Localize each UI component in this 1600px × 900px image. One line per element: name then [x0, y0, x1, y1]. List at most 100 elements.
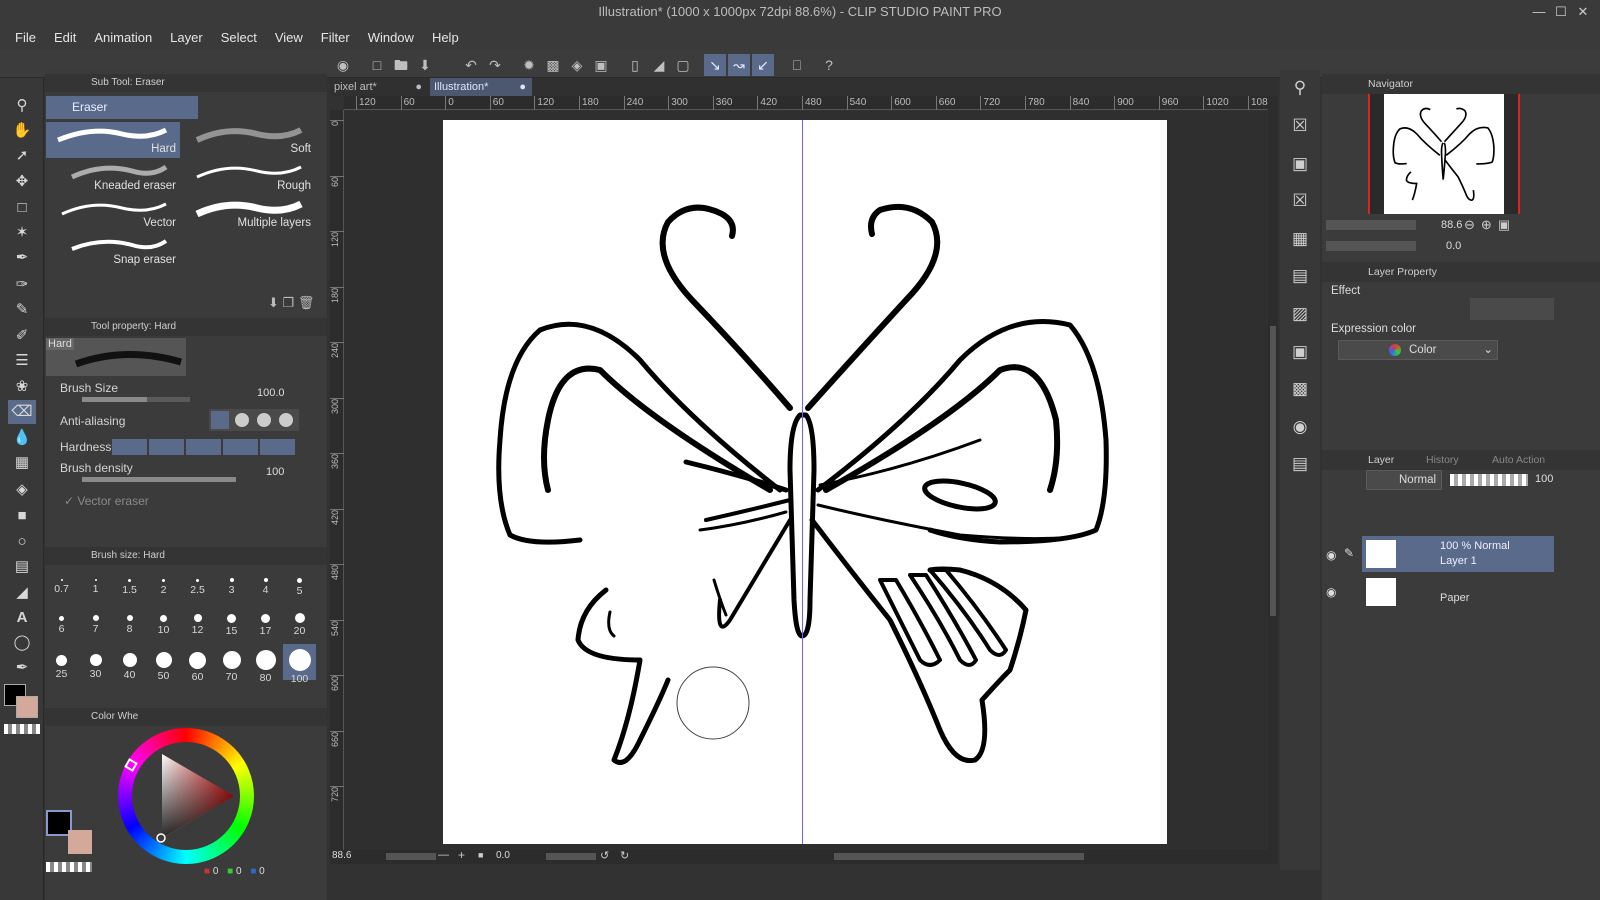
- brush-size-preset[interactable]: 50: [147, 644, 180, 682]
- figure-tool-icon[interactable]: ○: [8, 530, 36, 554]
- ruler-tool-icon[interactable]: ◢: [8, 581, 36, 605]
- download-icon[interactable]: ⬇: [268, 295, 279, 310]
- clear-outside-icon[interactable]: ▩: [542, 54, 564, 76]
- snap-special-ruler-icon[interactable]: ↝: [728, 54, 750, 76]
- zoom-tool-icon[interactable]: ⚲: [8, 94, 36, 118]
- eraser-tool-icon[interactable]: ⌫: [8, 400, 36, 424]
- zoom-out-icon[interactable]: —: [438, 849, 449, 861]
- navigator-viewport[interactable]: [1368, 94, 1520, 214]
- brush-soft[interactable]: Soft: [181, 122, 315, 158]
- menu-edit[interactable]: Edit: [54, 30, 76, 45]
- trash-icon[interactable]: 🗑: [298, 295, 315, 310]
- zoom-in-icon[interactable]: ⊕: [1481, 217, 1498, 232]
- material-3-icon[interactable]: ☒: [1284, 185, 1316, 217]
- vector-eraser-checkbox[interactable]: ✓ Vector eraser: [64, 494, 149, 508]
- correct-line-tool-icon[interactable]: ✒: [8, 656, 36, 680]
- companion-icon[interactable]: ⎕: [786, 54, 808, 76]
- antialias-strong-button[interactable]: [279, 413, 293, 427]
- rotate-slider[interactable]: [546, 853, 596, 860]
- brush-size-preset[interactable]: 0.7: [45, 568, 78, 604]
- tab-pixel-art[interactable]: pixel art* ●: [330, 78, 428, 96]
- zoom-slider[interactable]: [386, 853, 436, 860]
- navigator-zoom-value[interactable]: 88.6: [1441, 219, 1462, 231]
- transform-icon[interactable]: ▣: [590, 54, 612, 76]
- pencil-tool-icon[interactable]: ✎: [8, 298, 36, 322]
- menu-filter[interactable]: Filter: [321, 30, 350, 45]
- deselect-icon[interactable]: ▯: [624, 54, 646, 76]
- material-7-icon[interactable]: ▣: [1284, 336, 1316, 368]
- brush-size-value[interactable]: 100.0: [257, 387, 285, 399]
- brush-size-preset[interactable]: 3: [215, 568, 248, 604]
- hand-tool-icon[interactable]: ✋: [8, 119, 36, 143]
- balloon-tool-icon[interactable]: ◯: [8, 631, 36, 655]
- tab-auto-action[interactable]: Auto Action: [1492, 450, 1545, 470]
- antialias-medium-button[interactable]: [257, 413, 271, 427]
- material-9-icon[interactable]: ◉: [1284, 411, 1316, 443]
- material-icon[interactable]: ☒: [1284, 110, 1316, 142]
- tab-layer[interactable]: Layer: [1368, 450, 1394, 470]
- material-6-icon[interactable]: ▨: [1284, 298, 1316, 330]
- navigator-toggle-icon[interactable]: ⚲: [1284, 72, 1316, 104]
- zoom-in-icon[interactable]: +: [458, 848, 465, 862]
- blend-tool-icon[interactable]: 💧: [8, 426, 36, 450]
- brush-vector[interactable]: Vector: [46, 196, 180, 232]
- brush-size-preset[interactable]: 20: [283, 606, 316, 642]
- brush-size-preset[interactable]: 100: [283, 644, 316, 685]
- clear-icon[interactable]: ✹: [518, 54, 540, 76]
- brush-size-preset[interactable]: 7: [79, 606, 112, 642]
- fit-view-icon[interactable]: ▣: [1498, 217, 1516, 232]
- zoom-out-icon[interactable]: ⊖: [1464, 217, 1481, 232]
- brush-size-preset[interactable]: 1.5: [113, 568, 146, 604]
- sub-color-chip[interactable]: [68, 830, 92, 854]
- antialias-none-button[interactable]: [211, 411, 229, 429]
- expression-color-select[interactable]: Color ⌄: [1338, 340, 1498, 360]
- brush-size-preset[interactable]: 2.5: [181, 568, 214, 604]
- brush-size-preset[interactable]: 8: [113, 606, 146, 642]
- brush-size-preset[interactable]: 10: [147, 606, 180, 642]
- brush-size-preset[interactable]: 6: [45, 606, 78, 642]
- horizontal-scrollbar[interactable]: [834, 853, 1084, 860]
- brush-kneaded-eraser[interactable]: Kneaded eraser: [46, 159, 180, 195]
- pen-tool-icon[interactable]: ✑: [8, 273, 36, 297]
- angle-readout[interactable]: 0.0: [496, 850, 510, 861]
- clip-studio-icon[interactable]: ◉: [332, 54, 354, 76]
- subtool-group-eraser[interactable]: Eraser: [46, 96, 198, 119]
- brush-size-preset[interactable]: 30: [79, 644, 112, 680]
- airbrush-tool-icon[interactable]: ☰: [8, 349, 36, 373]
- close-icon[interactable]: ✕: [1572, 2, 1594, 22]
- brush-size-preset[interactable]: 80: [249, 644, 282, 684]
- brush-size-preset[interactable]: 12: [181, 606, 214, 642]
- antialias-weak-button[interactable]: [235, 413, 249, 427]
- material-10-icon[interactable]: ▤: [1284, 448, 1316, 480]
- navigator-rotate-value[interactable]: 0.0: [1446, 240, 1461, 252]
- brush-density-value[interactable]: 100: [266, 466, 284, 478]
- auto-select-tool-icon[interactable]: ✶: [8, 221, 36, 245]
- saturation-triangle[interactable]: [132, 742, 240, 850]
- maximize-icon[interactable]: ☐: [1550, 2, 1572, 22]
- mesh-tool-icon[interactable]: ▦: [8, 451, 36, 475]
- material-8-icon[interactable]: ▩: [1284, 373, 1316, 405]
- material-4-icon[interactable]: ▦: [1284, 223, 1316, 255]
- vertical-ruler[interactable]: 0 60 120 180 240 300 360 420 480 540 600 660 720: [330, 110, 344, 850]
- opacity-value[interactable]: 100: [1535, 473, 1553, 485]
- pen-edit-icon[interactable]: ✎: [1344, 546, 1354, 560]
- menu-help[interactable]: Help: [432, 30, 459, 45]
- brush-rough[interactable]: Rough: [181, 159, 315, 195]
- eyedropper-tool-icon[interactable]: ✒: [8, 246, 36, 270]
- brush-hard[interactable]: Hard: [46, 122, 180, 158]
- material-5-icon[interactable]: ▤: [1284, 260, 1316, 292]
- brush-size-preset[interactable]: 70: [215, 644, 248, 683]
- navigator-rotate-slider[interactable]: [1326, 241, 1416, 251]
- brush-size-preset[interactable]: 4: [249, 568, 282, 604]
- open-file-icon[interactable]: 🖿: [390, 54, 412, 76]
- paper-canvas[interactable]: [443, 120, 1167, 844]
- brush-size-preset[interactable]: 1: [79, 568, 112, 604]
- eye-icon[interactable]: ◉: [1326, 548, 1340, 562]
- save-icon[interactable]: ⬇: [414, 54, 436, 76]
- material-2-icon[interactable]: ▣: [1284, 148, 1316, 180]
- rotate-left-icon[interactable]: ↺: [600, 849, 609, 862]
- menu-window[interactable]: Window: [368, 30, 414, 45]
- opacity-slider[interactable]: [1450, 474, 1528, 486]
- brush-size-preset[interactable]: 2: [147, 568, 180, 604]
- menu-select[interactable]: Select: [221, 30, 257, 45]
